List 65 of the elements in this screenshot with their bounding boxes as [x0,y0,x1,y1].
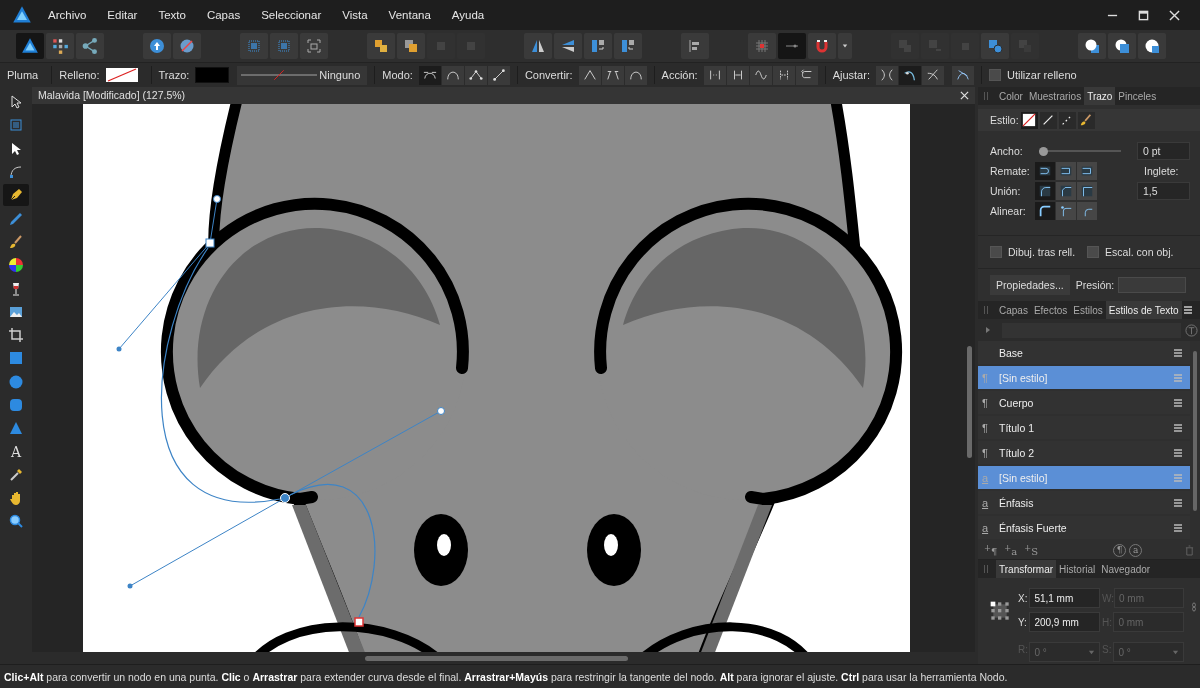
menu-item[interactable]: Capas [206,9,241,21]
style-name: [Sin estilo] [999,371,1048,384]
add-style-button[interactable]: $^{+}$a [1002,542,1020,558]
action-label: Acción: [661,69,698,81]
style-name: Cuerpo [999,396,1034,409]
panel-tab[interactable]: Navegador [1098,560,1154,578]
paragraph-glyph: ¶ [982,446,988,459]
style-name: Título 1 [999,421,1035,434]
miter-label: Inglete: [1144,165,1180,177]
panel-tab[interactable]: Pinceles [1115,87,1160,105]
checkbox-label: Escal. con obj. [1105,246,1174,258]
input-field[interactable]: 200,9 mm [1029,612,1100,632]
style-name: [Sin estilo] [999,471,1048,484]
panel-tab[interactable]: Estilos [1070,301,1106,319]
menu-item[interactable]: Texto [158,9,186,21]
character-style-glyph: a [982,471,989,484]
pressure-label: Presión: [1075,279,1115,291]
tool-name: Pluma [7,69,39,81]
panel-tab[interactable]: Transformar [996,560,1057,578]
text-tool-button[interactable]: A [3,440,29,463]
width-label: Ancho: [990,145,1024,157]
style-name: Énfasis [999,496,1034,509]
input-field[interactable]: 51,1 mm [1029,588,1100,608]
checkbox-label: Utilizar relleno [1006,69,1077,81]
cap-label: Remate: [990,165,1031,177]
fill-label: Relleno: [59,69,100,81]
properties-button[interactable]: Propiedades... [990,275,1070,295]
add-style-button[interactable]: $^{+}$¶ [982,542,1000,558]
style-label: Estilo: [990,114,1019,126]
character-style-glyph: a [982,496,989,509]
align-label: Alinear: [990,205,1027,217]
paragraph-glyph: ¶ [982,396,988,409]
width-field[interactable]: 0 pt [1137,142,1190,160]
menu-item[interactable]: Ayuda [451,9,485,21]
menu-item[interactable]: Vista [342,9,368,21]
snap-label: Ajustar: [832,69,870,81]
paragraph-glyph: ¶ [982,421,988,434]
panel-tab[interactable]: Trazo [1084,87,1116,105]
document-title: Malavida [Modificado] (127.5%) [38,89,186,102]
style-name: Título 2 [999,446,1035,459]
menu-item[interactable]: Ventana [388,9,431,21]
menu-item[interactable]: Seleccionar [261,9,322,21]
panel-tab[interactable]: Color [996,87,1026,105]
paragraph-glyph: ¶ [982,371,988,384]
panel-tab[interactable]: Muestrarios [1025,87,1085,105]
stroke-style-dropdown[interactable]: Ninguno [237,65,368,85]
checkbox-label: Dibuj. tras rell. [1008,246,1076,258]
menu-item[interactable]: Archivo [48,9,87,21]
field-label: Y: [1018,616,1028,628]
add-style-button[interactable]: $^{+}$S [1022,542,1041,558]
style-name: Énfasis Fuerte [999,521,1067,534]
panel-tab[interactable]: Estilos de Texto [1105,301,1182,319]
menu-item[interactable]: Editar [107,9,138,21]
stroke-label: Trazo: [158,69,190,81]
miter-field[interactable]: 1,5 [1137,182,1190,200]
status-hint: Clic+Alt para convertir un nodo en una punta. Clic o Arrastrar para extender curva desde el final. Arrastrar+Mayús para restringir la tangente del nodo. Alt para ignorar el ajuste. Ctrl para usar la herramienta Nodo. [4,670,1008,683]
panel-tab[interactable]: Efectos [1030,301,1071,319]
panel-tab[interactable]: Historial [1056,560,1099,578]
field-label: X: [1018,592,1029,604]
panel-tab[interactable]: Capas [996,301,1031,319]
convert-label: Convertir: [524,69,573,81]
join-label: Unión: [990,185,1022,197]
mode-label: Modo: [382,69,413,81]
character-style-glyph: a [982,521,989,534]
style-name: Base [999,346,1023,359]
